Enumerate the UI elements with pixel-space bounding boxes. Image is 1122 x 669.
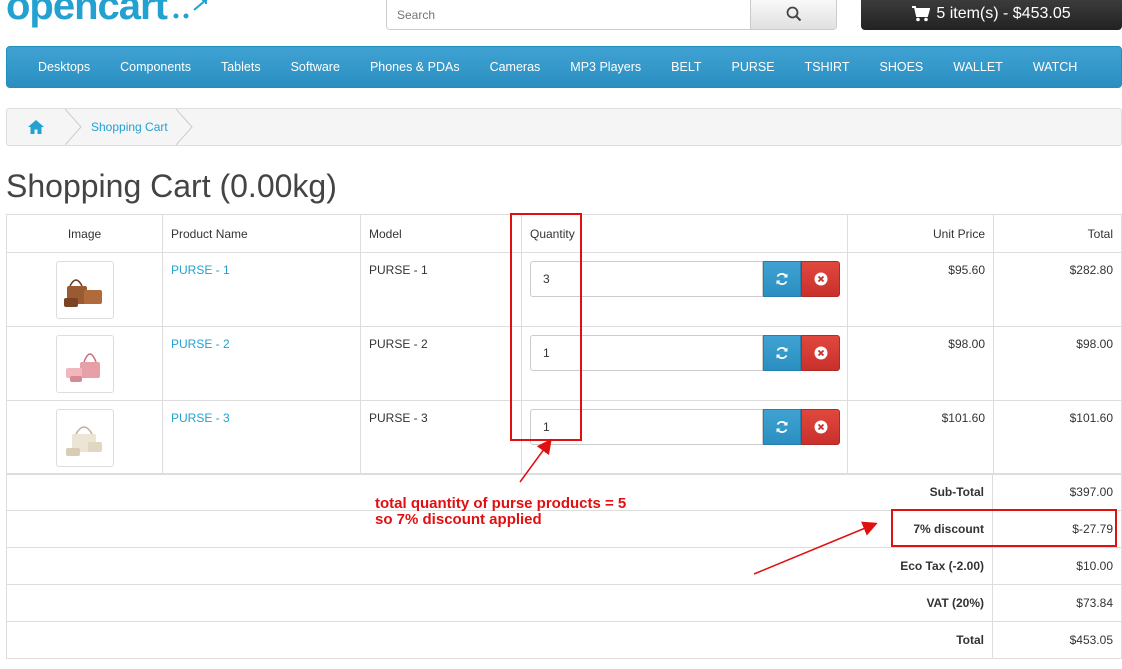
search-box: [386, 0, 837, 30]
purse-image-icon: [65, 353, 100, 382]
vat-label: VAT (20%): [6, 584, 993, 622]
product-name-link[interactable]: PURSE - 3: [171, 411, 230, 425]
total-label: Total: [6, 621, 993, 659]
menu-item-belt[interactable]: BELT: [656, 60, 716, 74]
breadcrumb-separator-icon: [65, 109, 82, 145]
product-name-link[interactable]: PURSE - 1: [171, 263, 230, 277]
menu-item-wallet[interactable]: WALLET: [938, 60, 1018, 74]
shopping-cart-icon: [912, 6, 931, 22]
search-icon: [786, 6, 801, 22]
home-icon: [28, 120, 44, 134]
breadcrumb-shopping-cart[interactable]: Shopping Cart: [83, 120, 176, 134]
product-model: PURSE - 1: [360, 252, 522, 327]
menu-item-shoes[interactable]: SHOES: [865, 60, 939, 74]
remove-button[interactable]: [801, 409, 840, 445]
opencart-logo[interactable]: opencart: [6, 0, 168, 29]
cart-total-label: 5 item(s) - $453.05: [936, 5, 1071, 22]
menu-item-watch[interactable]: WATCH: [1018, 60, 1092, 74]
unit-price: $98.00: [847, 326, 994, 401]
row-total: $98.00: [993, 326, 1122, 401]
menu-item-tshirt[interactable]: TSHIRT: [790, 60, 865, 74]
totals-row: VAT (20%) $73.84: [6, 584, 1122, 622]
menu-item-phones[interactable]: Phones & PDAs: [355, 60, 475, 74]
breadcrumb: Shopping Cart: [6, 108, 1122, 146]
header-product-name: Product Name: [162, 214, 361, 253]
menu-item-purse[interactable]: PURSE: [717, 60, 790, 74]
product-name-link[interactable]: PURSE - 2: [171, 337, 230, 351]
purse-image-icon: [65, 426, 102, 456]
product-thumbnail[interactable]: [55, 409, 114, 467]
eco-tax-label: Eco Tax (-2.00): [6, 547, 993, 585]
row-total: $282.80: [993, 252, 1122, 327]
unit-price: $95.60: [847, 252, 994, 327]
menu-item-mp3[interactable]: MP3 Players: [555, 60, 656, 74]
annotation-line-1: total quantity of purse products = 5: [375, 495, 627, 512]
search-button[interactable]: [750, 0, 836, 29]
annotation-text: total quantity of purse products = 5 so …: [375, 496, 626, 528]
eco-tax-value: $10.00: [992, 547, 1122, 585]
remove-circle-icon: [814, 346, 827, 360]
remove-button[interactable]: [801, 261, 840, 297]
remove-circle-icon: [814, 420, 827, 434]
logo-cart-icon: [173, 0, 208, 19]
totals-row: Total $453.05: [6, 621, 1122, 659]
totals-row: Eco Tax (-2.00) $10.00: [6, 547, 1122, 585]
product-model: PURSE - 2: [360, 326, 522, 401]
breadcrumb-home[interactable]: [7, 109, 65, 145]
menu-item-components[interactable]: Components: [105, 60, 206, 74]
menu-item-tablets[interactable]: Tablets: [206, 60, 276, 74]
annotation-quantity-box: [510, 213, 582, 441]
header-model: Model: [360, 214, 522, 253]
refresh-icon: [776, 421, 788, 433]
menu-item-desktops[interactable]: Desktops: [23, 60, 105, 74]
menu-item-software[interactable]: Software: [276, 60, 355, 74]
remove-circle-icon: [814, 272, 827, 286]
remove-button[interactable]: [801, 335, 840, 371]
search-input[interactable]: [387, 0, 750, 29]
update-button[interactable]: [763, 335, 801, 371]
total-value: $453.05: [992, 621, 1122, 659]
update-button[interactable]: [763, 409, 801, 445]
refresh-icon: [776, 347, 788, 359]
product-model: PURSE - 3: [360, 400, 522, 475]
purse-image-icon: [63, 279, 102, 307]
header-total: Total: [993, 214, 1122, 253]
header-image: Image: [6, 214, 163, 253]
page-title: Shopping Cart (0.00kg): [6, 168, 337, 204]
update-button[interactable]: [763, 261, 801, 297]
annotation-discount-box: [891, 509, 1117, 547]
subtotal-value: $397.00: [992, 473, 1122, 511]
top-menu: Desktops Components Tablets Software Pho…: [6, 46, 1122, 88]
refresh-icon: [776, 273, 788, 285]
breadcrumb-separator-icon: [175, 109, 193, 145]
vat-value: $73.84: [992, 584, 1122, 622]
row-total: $101.60: [993, 400, 1122, 475]
menu-item-cameras[interactable]: Cameras: [475, 60, 556, 74]
cart-button[interactable]: 5 item(s) - $453.05: [861, 0, 1122, 30]
unit-price: $101.60: [847, 400, 994, 475]
product-thumbnail[interactable]: [55, 335, 114, 393]
header-unit-price: Unit Price: [847, 214, 994, 253]
annotation-line-2: so 7% discount applied: [375, 511, 542, 528]
product-thumbnail[interactable]: [55, 261, 114, 319]
